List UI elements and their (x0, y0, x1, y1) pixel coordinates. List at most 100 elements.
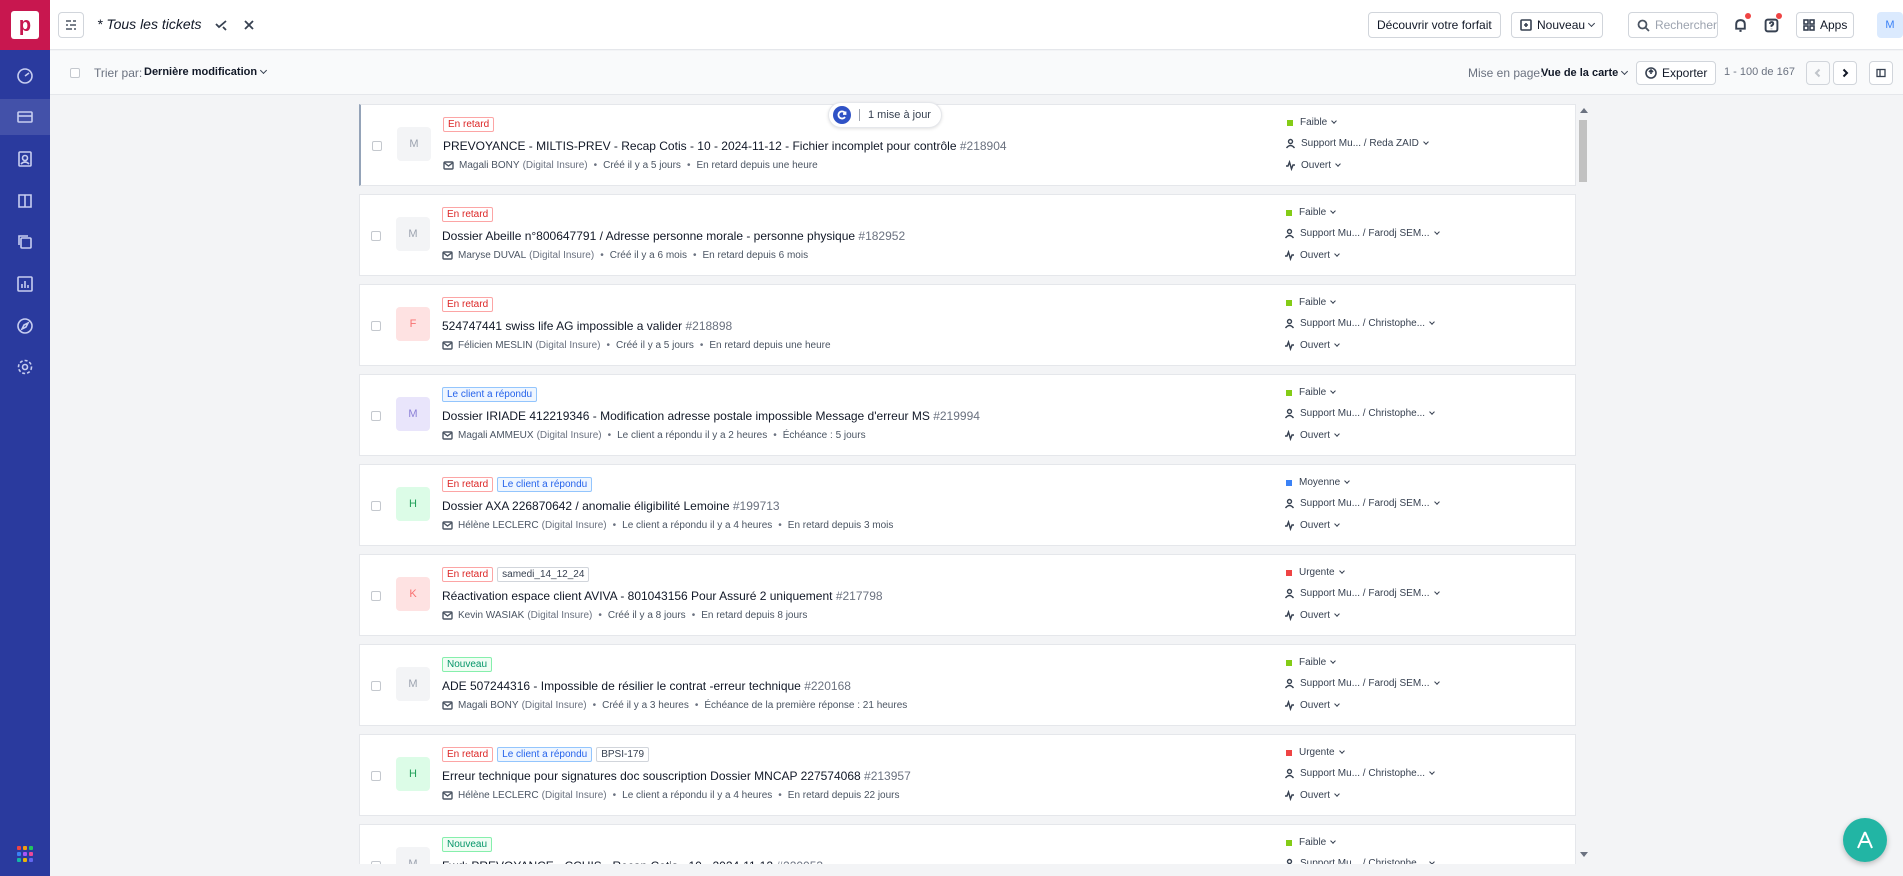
nav-contacts-icon[interactable] (0, 141, 50, 177)
ticket-number: #213957 (864, 769, 911, 783)
ticket-contact[interactable]: Maryse DUVAL (458, 250, 526, 261)
nav-settings-icon[interactable] (0, 349, 50, 385)
ticket-contact[interactable]: Félicien MESLIN (458, 340, 532, 351)
assignee-dropdown[interactable]: Support Mu... / Farodj SEM... (1284, 678, 1440, 689)
ticket-checkbox[interactable] (371, 771, 381, 781)
priority-dropdown[interactable]: Faible (1285, 117, 1338, 128)
new-button[interactable]: Nouveau (1511, 12, 1604, 38)
ticket-checkbox[interactable] (371, 231, 381, 241)
assignee-dropdown[interactable]: Support Mu... / Farodj SEM... (1284, 588, 1440, 599)
columns-toggle-button[interactable] (1869, 61, 1893, 85)
status-dropdown[interactable]: Ouvert (1284, 520, 1340, 531)
ticket-checkbox[interactable] (371, 411, 381, 421)
ticket-contact[interactable]: Magali AMMEUX (458, 430, 534, 441)
ticket-contact[interactable]: Magali BONY (459, 160, 520, 171)
updates-notice[interactable]: 1 mise à jour (828, 102, 942, 128)
ticket-title[interactable]: Dossier IRIADE 412219346 - Modification … (442, 409, 980, 423)
priority-dropdown[interactable]: Moyenne (1284, 477, 1350, 488)
scroll-down-arrow[interactable] (1580, 852, 1588, 857)
ticket-meta: Félicien MESLIN (Digital Insure) • Créé … (442, 340, 831, 351)
ticket-checkbox[interactable] (371, 501, 381, 511)
ticket-card[interactable]: F En retard 524747441 swiss life AG impo… (359, 284, 1576, 366)
ticket-card[interactable]: M En retard Dossier Abeille n°800647791 … (359, 194, 1576, 276)
nav-knowledge-icon[interactable] (0, 183, 50, 219)
apps-button[interactable]: Apps (1796, 12, 1855, 38)
new-icon (1520, 19, 1532, 31)
priority-dropdown[interactable]: Faible (1284, 657, 1337, 668)
ticket-checkbox[interactable] (371, 861, 381, 864)
assignee-dropdown[interactable]: Support Mu... / Christophe... (1284, 858, 1435, 864)
priority-dropdown[interactable]: Faible (1284, 387, 1337, 398)
assignee-dropdown[interactable]: Support Mu... / Reda ZAID (1285, 138, 1429, 149)
ticket-card[interactable]: H En retard Le client a répondu Dossier A… (359, 464, 1576, 546)
nav-dashboard-icon[interactable] (0, 58, 50, 94)
ticket-number: #219994 (933, 409, 980, 423)
priority-value: Faible (1300, 117, 1328, 128)
ticket-card[interactable]: M Le client a répondu Dossier IRIADE 412… (359, 374, 1576, 456)
status-dropdown[interactable]: Ouvert (1284, 700, 1340, 711)
scroll-up-arrow[interactable] (1580, 108, 1588, 113)
ticket-contact[interactable]: Hélène LECLERC (458, 520, 539, 531)
ticket-title[interactable]: Dossier Abeille n°800647791 / Adresse pe… (442, 229, 905, 243)
export-label: Exporter (1662, 66, 1708, 80)
assignee-dropdown[interactable]: Support Mu... / Christophe... (1284, 408, 1435, 419)
ticket-title[interactable]: ADE 507244316 - Impossible de résilier l… (442, 679, 851, 693)
status-dropdown[interactable]: Ouvert (1285, 160, 1341, 171)
ticket-contact[interactable]: Hélène LECLERC (458, 790, 539, 801)
ticket-title[interactable]: PREVOYANCE - MILTIS-PREV - Recap Cotis -… (443, 139, 1007, 153)
ticket-checkbox[interactable] (371, 681, 381, 691)
assignee-dropdown[interactable]: Support Mu... / Christophe... (1284, 318, 1435, 329)
status-dropdown[interactable]: Ouvert (1284, 790, 1340, 801)
export-button[interactable]: Exporter (1636, 61, 1717, 85)
user-avatar[interactable]: M (1877, 12, 1903, 38)
priority-dropdown[interactable]: Faible (1284, 297, 1337, 308)
nav-copy-icon[interactable] (0, 224, 50, 260)
status-dropdown[interactable]: Ouvert (1284, 340, 1340, 351)
ticket-checkbox[interactable] (372, 141, 382, 151)
ticket-checkbox[interactable] (371, 321, 381, 331)
ticket-card[interactable]: M Nouveau Fwd: PREVOYANCE - CCHIS - Reca… (359, 824, 1576, 864)
status-dropdown[interactable]: Ouvert (1284, 250, 1340, 261)
ticket-title[interactable]: Dossier AXA 226870642 / anomalie éligibi… (442, 499, 780, 513)
ticket-title[interactable]: Erreur technique pour signatures doc sou… (442, 769, 911, 783)
assignee-dropdown[interactable]: Support Mu... / Farodj SEM... (1284, 228, 1440, 239)
ticket-contact[interactable]: Kevin WASIAK (458, 610, 524, 621)
filter-toggle-button[interactable] (58, 12, 84, 38)
priority-dropdown[interactable]: Urgente (1284, 747, 1345, 758)
scrollbar-thumb[interactable] (1579, 120, 1587, 182)
layout-dropdown[interactable]: Vue de la carte (1541, 67, 1629, 79)
select-all-checkbox[interactable] (70, 68, 80, 78)
ticket-card[interactable]: M Nouveau ADE 507244316 - Impossible de … (359, 644, 1576, 726)
ticket-title[interactable]: Réactivation espace client AVIVA - 80104… (442, 589, 883, 603)
sort-dropdown[interactable]: Dernière modification (144, 66, 268, 78)
nav-tickets-icon[interactable] (0, 99, 50, 135)
ticket-title[interactable]: Fwd: PREVOYANCE - CCHIS - Recap Cotis - … (442, 859, 823, 864)
discover-plan-button[interactable]: Découvrir votre forfait (1368, 12, 1501, 38)
ticket-contact[interactable]: Magali BONY (458, 700, 519, 711)
priority-color-indicator (1286, 659, 1292, 666)
ticket-card[interactable]: H En retard Le client a répondu BPSI-179 E… (359, 734, 1576, 816)
priority-dropdown[interactable]: Faible (1284, 837, 1337, 848)
apps-grid-icon[interactable] (17, 846, 33, 862)
assistant-fab-button[interactable] (1843, 818, 1887, 862)
ticket-tag: En retard (442, 567, 494, 582)
assignee-dropdown[interactable]: Support Mu... / Farodj SEM... (1284, 498, 1440, 509)
ticket-title[interactable]: 524747441 swiss life AG impossible a val… (442, 319, 732, 333)
ticket-meta-created: Créé il y a 3 heures (602, 700, 689, 711)
previous-page-button[interactable] (1806, 61, 1830, 85)
status-dropdown[interactable]: Ouvert (1284, 430, 1340, 441)
next-page-button[interactable] (1833, 61, 1857, 85)
save-view-check-icon[interactable] (211, 15, 231, 35)
nav-explore-icon[interactable] (0, 308, 50, 344)
ticket-card[interactable]: K En retard samedi_14_12_24 Réactivation … (359, 554, 1576, 636)
ticket-card[interactable]: M En retard PREVOYANCE - MILTIS-PREV - R… (359, 104, 1576, 186)
ticket-checkbox[interactable] (371, 591, 381, 601)
priority-dropdown[interactable]: Faible (1284, 207, 1337, 218)
priority-dropdown[interactable]: Urgente (1284, 567, 1345, 578)
assignee-dropdown[interactable]: Support Mu... / Christophe... (1284, 768, 1435, 779)
status-dropdown[interactable]: Ouvert (1284, 610, 1340, 621)
close-view-icon[interactable] (239, 15, 259, 35)
search-input[interactable]: Rechercher (1628, 12, 1718, 38)
app-logo[interactable]: p (0, 0, 50, 50)
nav-reports-icon[interactable] (0, 266, 50, 302)
